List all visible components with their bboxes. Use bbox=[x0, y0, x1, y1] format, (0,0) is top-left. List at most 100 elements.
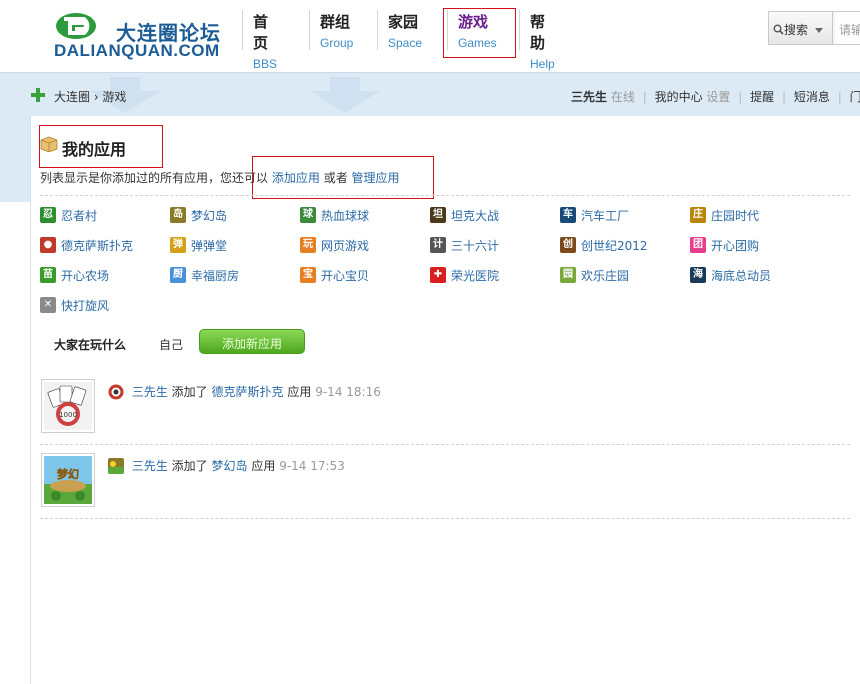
poker-thumbnail-icon: 1000 bbox=[44, 382, 92, 430]
feed-user-link[interactable]: 三先生 bbox=[132, 385, 168, 399]
search-icon bbox=[773, 24, 784, 35]
farm-icon: 园 bbox=[560, 267, 576, 283]
nav-space[interactable]: 家园 Space bbox=[377, 10, 422, 50]
nav-space-sublabel: Space bbox=[388, 36, 423, 50]
nav-space-label: 家园 bbox=[388, 13, 419, 31]
nav-bbs-label: 首页 bbox=[253, 13, 269, 52]
app-name: 忍者村 bbox=[61, 209, 98, 223]
search-input[interactable]: 请输 bbox=[835, 12, 860, 44]
tab-everyone[interactable]: 大家在玩什么 bbox=[54, 328, 126, 356]
app-name: 创世纪2012 bbox=[581, 239, 648, 253]
divider bbox=[40, 195, 850, 196]
car-factory-icon: 车 bbox=[560, 207, 576, 223]
strategy-icon: 计 bbox=[430, 237, 446, 253]
site-logo[interactable]: 大连圈论坛 DALIANQUAN.COM bbox=[50, 8, 225, 64]
feed-action: 添加了 bbox=[171, 459, 208, 473]
app-name: 开心宝贝 bbox=[321, 269, 370, 283]
ball-icon: 球 bbox=[300, 207, 316, 223]
feed-time: 9-14 17:53 bbox=[279, 459, 345, 473]
hospital-cross-icon: ✚ bbox=[430, 267, 446, 283]
manor-icon: 庄 bbox=[690, 207, 706, 223]
groupbuy-icon: 团 bbox=[690, 237, 706, 253]
user-bar: 三先生 在线 | 我的中心 设置 | 提醒 | 短消息 | 门户 bbox=[571, 88, 860, 105]
feed-text: 三先生 添加了 梦幻岛 应用 9-14 17:53 bbox=[108, 457, 345, 474]
app-name: 网页游戏 bbox=[321, 239, 370, 253]
nav-help-label: 帮助 bbox=[530, 13, 546, 52]
feed-action: 添加了 bbox=[171, 385, 208, 399]
feed-text: 三先生 添加了 德克萨斯扑克 应用 9-14 18:16 bbox=[108, 383, 381, 400]
app-name: 开心团购 bbox=[711, 239, 760, 253]
poker-chip-icon bbox=[108, 384, 124, 400]
tank-icon: 坦 bbox=[430, 207, 446, 223]
app-name: 庄园时代 bbox=[711, 209, 760, 223]
nav-bbs-sublabel: BBS bbox=[253, 57, 278, 71]
highlight-box-games bbox=[443, 8, 516, 58]
feed-item: 梦幻 三先生 添加了 梦幻岛 应用 9-14 17:53 bbox=[40, 453, 852, 509]
app-name: 德克萨斯扑克 bbox=[61, 239, 134, 253]
separator: | bbox=[738, 90, 743, 104]
ddt-icon: 弹 bbox=[170, 237, 186, 253]
svg-text:梦幻: 梦幻 bbox=[57, 467, 79, 481]
feed-app-link[interactable]: 梦幻岛 bbox=[212, 459, 248, 473]
app-thumbnail[interactable]: 1000 bbox=[41, 379, 95, 433]
app-name: 幸福厨房 bbox=[191, 269, 240, 283]
highlight-box-links bbox=[252, 156, 434, 199]
side-background bbox=[0, 116, 30, 202]
breadcrumb[interactable]: 大连圈 › 游戏 bbox=[54, 88, 126, 105]
tab-self[interactable]: 自己 bbox=[159, 328, 183, 356]
logo-mark-icon bbox=[56, 13, 96, 39]
island-icon: 岛 bbox=[170, 207, 186, 223]
baby-icon: 宝 bbox=[300, 267, 316, 283]
search-label: 搜索 bbox=[784, 23, 809, 37]
app-name: 开心农场 bbox=[61, 269, 110, 283]
feed-item: 1000 三先生 添加了 德克萨斯扑克 应用 9-14 18:16 bbox=[40, 379, 852, 435]
remind-link[interactable]: 提醒 bbox=[750, 90, 774, 104]
search-placeholder: 请输 bbox=[839, 23, 860, 37]
separator: | bbox=[781, 90, 787, 104]
app-name: 快打旋风 bbox=[61, 299, 110, 313]
chevron-down-icon bbox=[814, 28, 823, 33]
logo-text-en: DALIANQUAN.COM bbox=[54, 41, 220, 60]
genesis-icon: 创 bbox=[560, 237, 576, 253]
highlight-box-title bbox=[39, 125, 163, 168]
sprout-icon: 苗 bbox=[40, 267, 56, 283]
app-name: 梦幻岛 bbox=[191, 209, 228, 223]
app-thumbnail[interactable]: 梦幻 bbox=[41, 453, 95, 507]
feed-suffix: 应用 bbox=[251, 459, 276, 473]
kitchen-icon: 厨 bbox=[170, 267, 186, 283]
divider bbox=[40, 518, 850, 519]
nav-help-sublabel: Help bbox=[530, 57, 555, 71]
island-thumbnail-icon: 梦幻 bbox=[44, 456, 92, 504]
nav-group[interactable]: 群组 Group bbox=[309, 10, 353, 50]
portal-link[interactable]: 门户 bbox=[850, 90, 860, 104]
username-link[interactable]: 三先生 bbox=[571, 90, 607, 104]
svg-text:1000: 1000 bbox=[59, 411, 77, 419]
feed-app-link[interactable]: 德克萨斯扑克 bbox=[212, 385, 284, 399]
app-name: 汽车工厂 bbox=[581, 209, 630, 223]
nav-bbs[interactable]: 首页 BBS bbox=[242, 10, 277, 71]
island-icon bbox=[108, 458, 124, 474]
nav-help[interactable]: 帮助 Help bbox=[519, 10, 555, 71]
separator: | bbox=[642, 90, 647, 104]
feed-user-link[interactable]: 三先生 bbox=[132, 459, 168, 473]
online-status: 在线 bbox=[610, 90, 635, 104]
decorative-arrow-icon bbox=[310, 77, 380, 113]
app-name: 荣光医院 bbox=[451, 269, 500, 283]
feed-suffix: 应用 bbox=[287, 385, 312, 399]
poker-chip-icon: ● bbox=[40, 237, 56, 253]
feed-time: 9-14 18:16 bbox=[315, 385, 381, 399]
search-type-dropdown[interactable]: 搜索 bbox=[769, 12, 833, 44]
app-name: 海底总动员 bbox=[711, 269, 772, 283]
description-text: 列表显示是你添加过的所有应用，您还可以 bbox=[40, 171, 269, 185]
webgame-icon: 玩 bbox=[300, 237, 316, 253]
settings-link[interactable]: 设置 bbox=[706, 90, 730, 104]
messages-link[interactable]: 短消息 bbox=[794, 90, 830, 104]
my-center-link[interactable]: 我的中心 bbox=[655, 90, 703, 104]
ocean-icon: 海 bbox=[690, 267, 706, 283]
header: 大连圈论坛 DALIANQUAN.COM 首页 BBS 群组 Group 家园 … bbox=[0, 0, 860, 72]
separator: | bbox=[837, 90, 842, 104]
add-new-app-button[interactable]: 添加新应用 bbox=[199, 329, 305, 354]
nav-group-label: 群组 bbox=[320, 13, 351, 31]
nav-group-sublabel: Group bbox=[320, 36, 354, 50]
sub-bar: 大连圈 › 游戏 三先生 在线 | 我的中心 设置 | 提醒 | 短消息 | 门… bbox=[0, 72, 860, 116]
